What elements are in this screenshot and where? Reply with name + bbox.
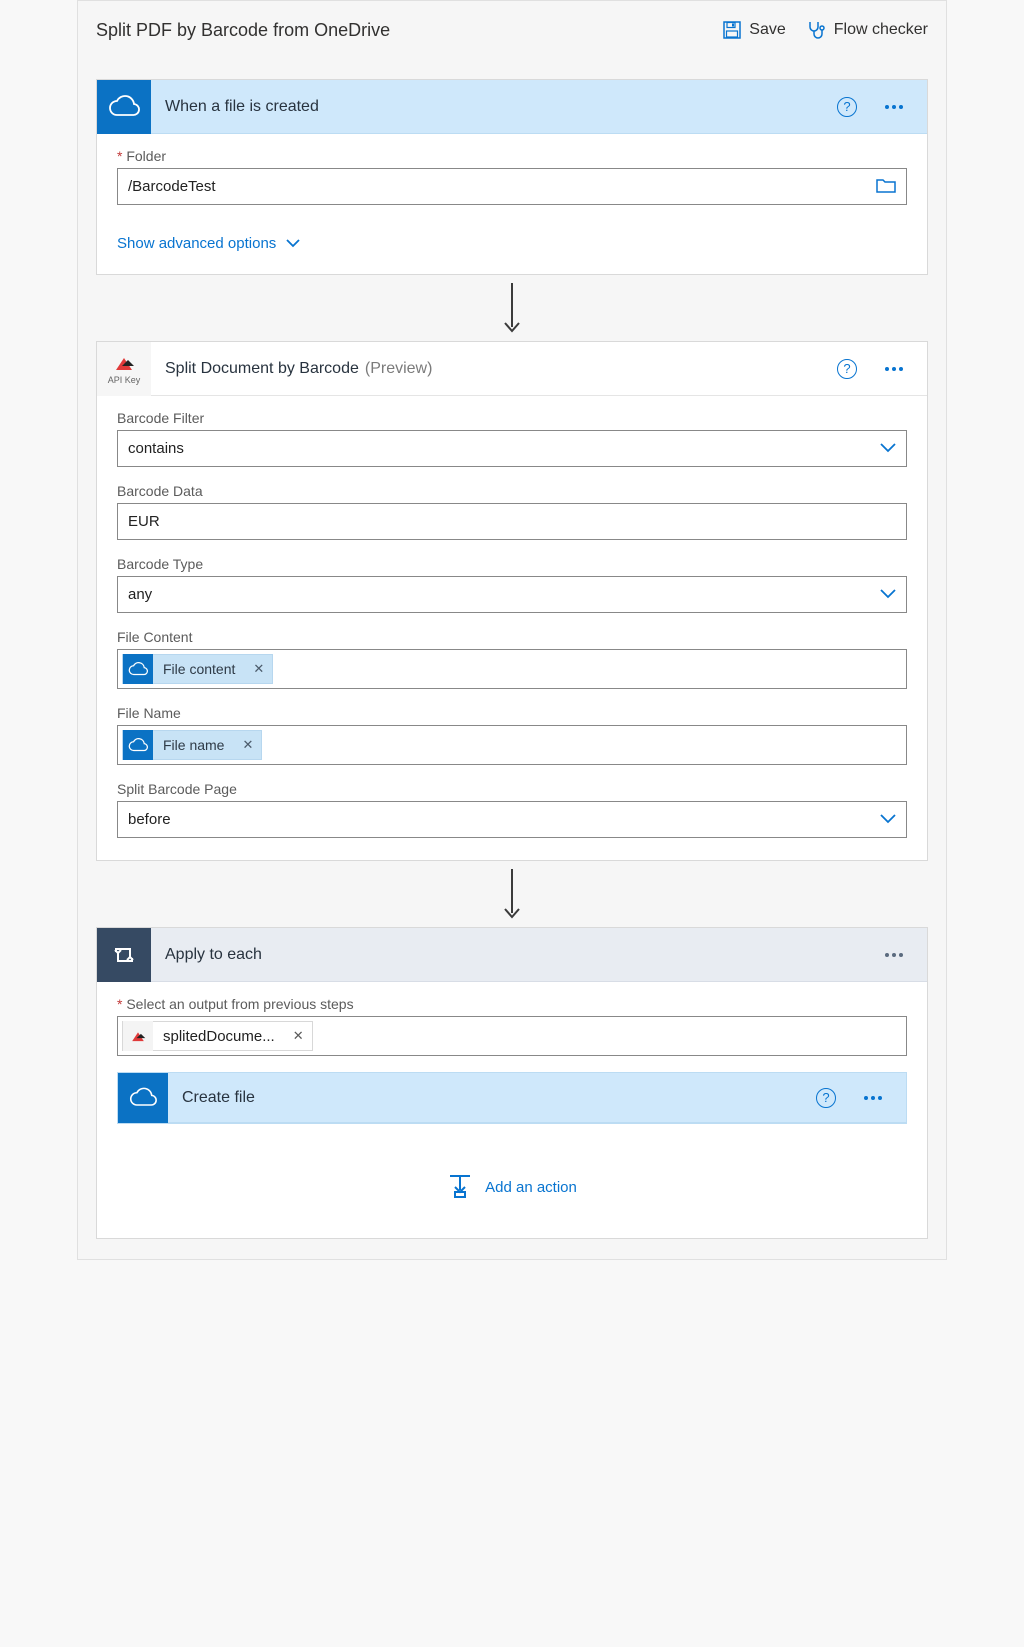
topbar: Split PDF by Barcode from OneDrive Save …	[78, 1, 946, 59]
remove-token[interactable]: ✕	[245, 661, 272, 677]
connector-arrow	[78, 275, 946, 341]
topbar-actions: Save Flow checker	[723, 20, 928, 40]
remove-token[interactable]: ✕	[285, 1028, 312, 1044]
split-body: Barcode Filter contains Barcode Data EUR…	[97, 396, 927, 860]
chevron-down-icon	[880, 586, 896, 603]
flow-title: Split PDF by Barcode from OneDrive	[96, 20, 723, 41]
flow-designer-canvas: Split PDF by Barcode from OneDrive Save …	[77, 0, 947, 1260]
folder-field: * Folder /BarcodeTest	[117, 148, 907, 205]
remove-token[interactable]: ✕	[234, 737, 261, 753]
more-menu[interactable]	[879, 947, 909, 963]
save-label: Save	[749, 21, 785, 39]
select-output-input[interactable]: splitedDocume... ✕	[117, 1016, 907, 1056]
file-content-field: File Content File content ✕	[117, 629, 907, 689]
split-page-select[interactable]: before	[117, 801, 907, 838]
barcode-data-input[interactable]: EUR	[117, 503, 907, 540]
onedrive-icon	[123, 654, 153, 684]
folder-picker-icon[interactable]	[876, 177, 896, 197]
onedrive-icon	[123, 730, 153, 760]
split-card: API Key Split Document by Barcode (Previ…	[96, 341, 928, 861]
trigger-header[interactable]: When a file is created ?	[97, 80, 927, 134]
barcode-type-field: Barcode Type any	[117, 556, 907, 613]
apply-title: Apply to each	[165, 946, 865, 964]
insert-step-icon	[447, 1172, 473, 1202]
split-header[interactable]: API Key Split Document by Barcode (Previ…	[97, 342, 927, 396]
barcode-type-select[interactable]: any	[117, 576, 907, 613]
barcode-filter-select[interactable]: contains	[117, 430, 907, 467]
apikey-icon	[123, 1021, 153, 1051]
apply-body: * Select an output from previous steps s…	[97, 982, 927, 1056]
apply-card: Apply to each * Select an output from pr…	[96, 927, 928, 1239]
connector-arrow	[78, 861, 946, 927]
split-title: Split Document by Barcode (Preview)	[165, 360, 823, 378]
more-menu[interactable]	[879, 99, 909, 115]
chevron-down-icon	[880, 440, 896, 457]
trigger-body: * Folder /BarcodeTest Show advanced opti…	[97, 134, 927, 274]
more-menu[interactable]	[879, 361, 909, 377]
create-file-tools: ?	[816, 1088, 888, 1108]
create-file-header[interactable]: Create file ?	[118, 1073, 906, 1123]
trigger-card: When a file is created ? * Folder /Barco…	[96, 79, 928, 275]
folder-input[interactable]: /BarcodeTest	[117, 168, 907, 205]
file-name-input[interactable]: File name ✕	[117, 725, 907, 765]
barcode-filter-field: Barcode Filter contains	[117, 410, 907, 467]
trigger-title: When a file is created	[165, 98, 823, 116]
file-content-token[interactable]: File content ✕	[122, 654, 273, 684]
apikey-icon: API Key	[97, 342, 151, 396]
split-page-field: Split Barcode Page before	[117, 781, 907, 838]
apply-tools	[879, 947, 909, 963]
create-file-title: Create file	[182, 1089, 802, 1107]
show-advanced-options[interactable]: Show advanced options	[117, 235, 300, 252]
file-name-field: File Name File name ✕	[117, 705, 907, 765]
save-button[interactable]: Save	[723, 21, 785, 39]
help-icon[interactable]: ?	[816, 1088, 836, 1108]
folder-label: * Folder	[117, 148, 907, 164]
more-menu[interactable]	[858, 1090, 888, 1106]
add-action-button[interactable]: Add an action	[97, 1172, 927, 1202]
file-name-token[interactable]: File name ✕	[122, 730, 262, 760]
chevron-down-icon	[880, 811, 896, 828]
select-output-field: * Select an output from previous steps s…	[117, 996, 907, 1056]
help-icon[interactable]: ?	[837, 97, 857, 117]
file-content-input[interactable]: File content ✕	[117, 649, 907, 689]
stethoscope-icon	[806, 20, 826, 40]
splited-document-token[interactable]: splitedDocume... ✕	[122, 1021, 313, 1051]
loop-icon	[97, 928, 151, 982]
apply-header[interactable]: Apply to each	[97, 928, 927, 982]
onedrive-icon	[97, 80, 151, 134]
save-icon	[723, 21, 741, 39]
flow-checker-label: Flow checker	[834, 21, 928, 39]
folder-value: /BarcodeTest	[128, 178, 876, 195]
onedrive-icon	[118, 1073, 168, 1123]
barcode-data-field: Barcode Data EUR	[117, 483, 907, 540]
chevron-down-icon	[286, 239, 300, 248]
create-file-card: Create file ?	[117, 1072, 907, 1124]
trigger-tools: ?	[837, 97, 909, 117]
flow-checker-button[interactable]: Flow checker	[806, 20, 928, 40]
help-icon[interactable]: ?	[837, 359, 857, 379]
split-tools: ?	[837, 359, 909, 379]
